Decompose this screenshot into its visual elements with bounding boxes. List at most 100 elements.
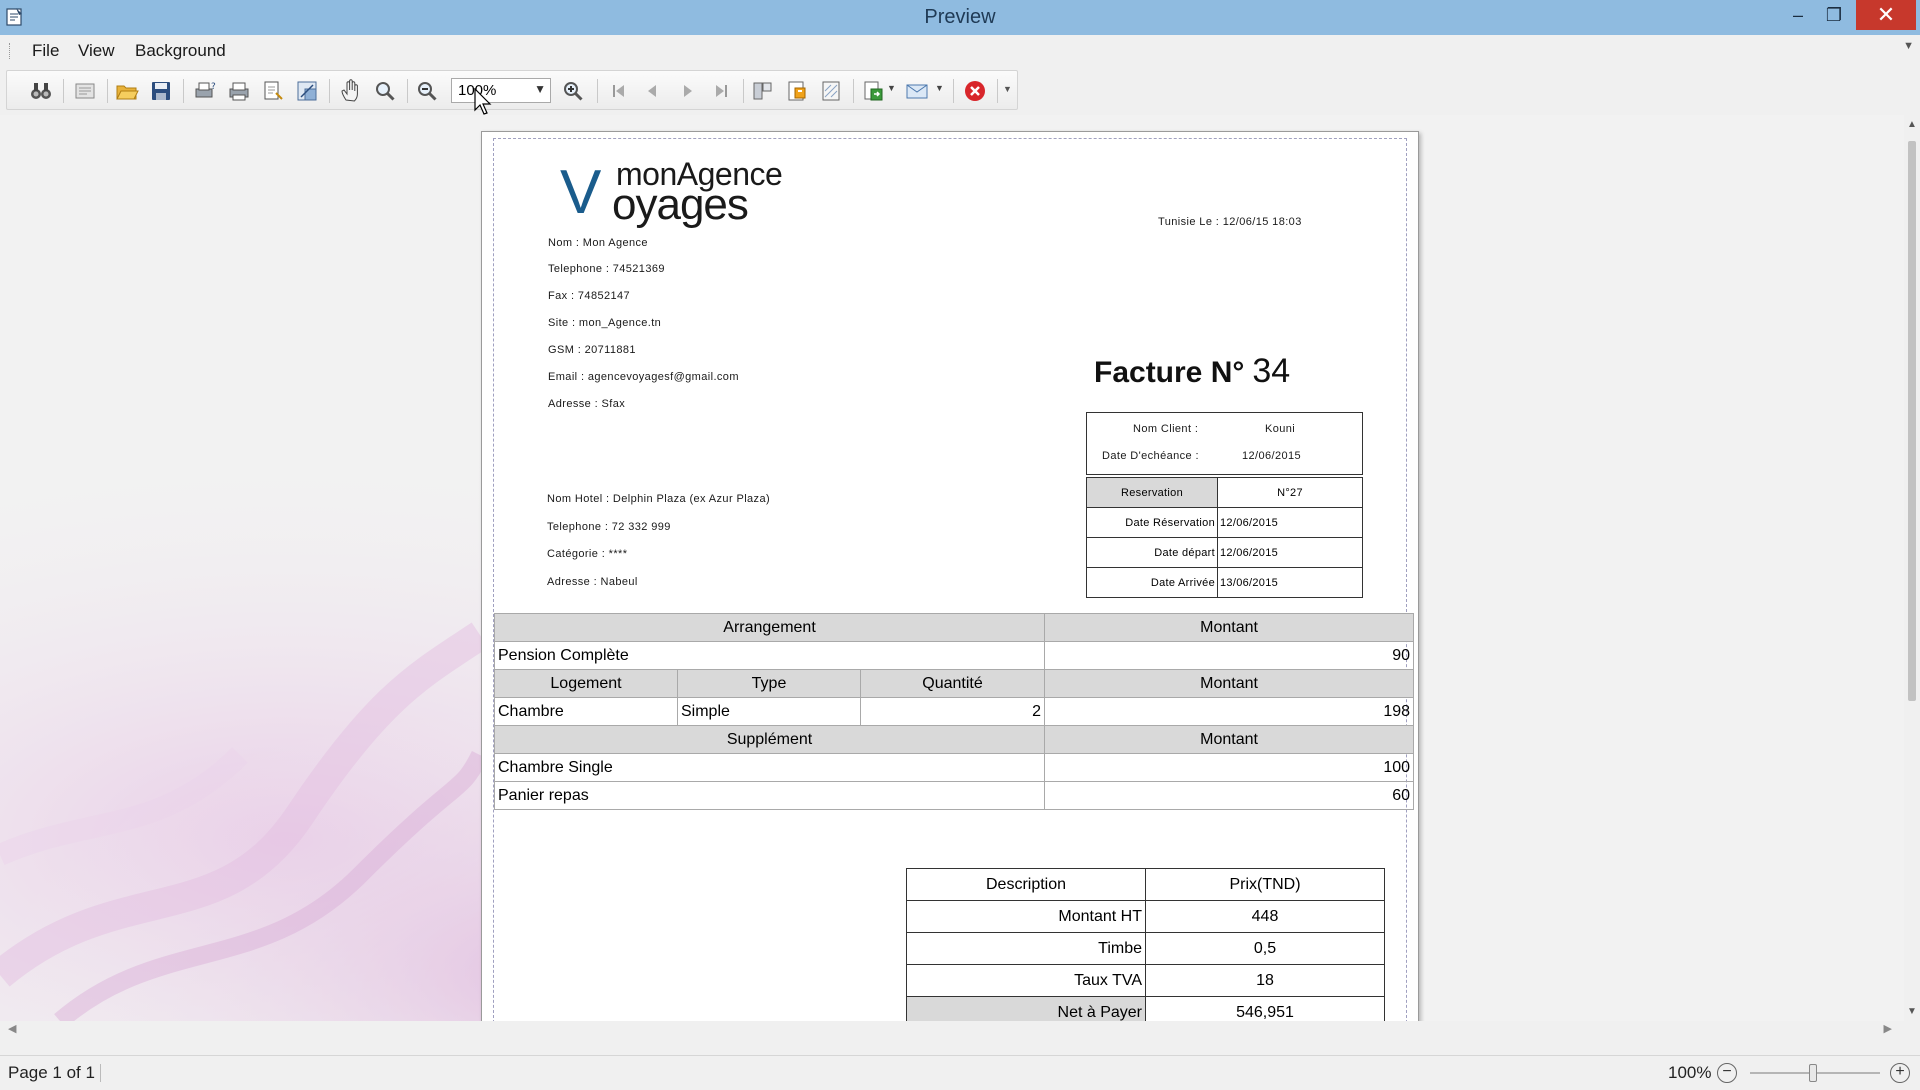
save-icon[interactable] — [149, 79, 173, 103]
scale-icon[interactable] — [295, 79, 319, 103]
logement-cell: Chambre — [494, 697, 678, 726]
status-separator — [100, 1064, 101, 1082]
next-page-icon[interactable] — [675, 79, 699, 103]
email-dropdown-icon[interactable]: ▼ — [935, 83, 944, 93]
zoom-in-button[interactable]: + — [1890, 1063, 1910, 1083]
menu-grip[interactable] — [9, 43, 12, 59]
prev-page-icon[interactable] — [641, 79, 665, 103]
logement-montant: 198 — [1044, 697, 1415, 726]
vertical-scroll-thumb[interactable] — [1908, 141, 1916, 701]
zoom-in-icon[interactable] — [561, 79, 585, 103]
magnifier-icon[interactable] — [373, 79, 397, 103]
arrival-date-value: 13/06/2015 — [1217, 567, 1363, 598]
minimize-button[interactable]: – — [1780, 0, 1816, 30]
close-window-button[interactable]: ✕ — [1856, 0, 1916, 30]
export-dropdown-icon[interactable]: ▼ — [887, 83, 896, 93]
parameters-icon[interactable] — [73, 79, 97, 103]
menu-bar: File View Background ▼ — [0, 35, 1920, 65]
table-row: Reservation N°27 — [1086, 477, 1363, 508]
montant-header: Montant — [1044, 725, 1415, 754]
agency-site: Site : mon_Agence.tn — [548, 317, 662, 329]
taux-tva-value: 18 — [1145, 964, 1385, 997]
last-page-icon[interactable] — [709, 79, 733, 103]
print-dialog-icon[interactable]: ? — [193, 79, 217, 103]
invoice-title-label: Facture N° — [1094, 356, 1245, 389]
preview-toolbar: ? 100% ▼ ▼ ▼ ▼ — [6, 70, 1018, 110]
departure-date-label: Date départ — [1086, 537, 1218, 568]
reservation-value: N°27 — [1217, 477, 1363, 508]
hand-icon[interactable] — [339, 79, 363, 103]
mouse-cursor-icon — [474, 88, 492, 115]
montant-header: Montant — [1044, 613, 1415, 642]
report-page: V monAgence oyages Nom : Mon Agence Tele… — [481, 131, 1419, 1031]
invoice-date-line: Tunisie Le : 12/06/15 18:03 — [1158, 216, 1302, 228]
montant-ht-value: 448 — [1145, 900, 1385, 933]
prix-header: Prix(TND) — [1145, 868, 1385, 901]
supplement-montant: 60 — [1044, 781, 1415, 810]
menu-file[interactable]: File — [32, 41, 59, 61]
zoom-percentage: 100% — [1668, 1063, 1712, 1082]
invoice-lines-table: Arrangement Montant Pension Complète 90 … — [493, 613, 1415, 810]
table-row: Chambre Simple 2 198 — [494, 697, 1415, 726]
arrival-date-label: Date Arrivée — [1086, 567, 1218, 598]
zoom-combobox[interactable]: 100% ▼ — [451, 78, 551, 103]
agency-logo: V monAgence oyages — [560, 156, 810, 229]
scroll-down-icon[interactable]: ▼ — [1907, 1006, 1917, 1017]
watermark-icon[interactable] — [819, 79, 843, 103]
scroll-right-icon[interactable]: ▶ — [1884, 1022, 1892, 1035]
agency-telephone: Telephone : 74521369 — [548, 263, 665, 275]
table-row: Date Arrivée 13/06/2015 — [1086, 567, 1363, 598]
table-row: Chambre Single 100 — [493, 753, 1415, 782]
send-email-icon[interactable] — [905, 79, 929, 103]
table-row: Description Prix(TND) — [906, 868, 1385, 901]
table-row: Timbe 0,5 — [906, 932, 1385, 965]
restore-button[interactable]: ❐ — [1816, 0, 1852, 30]
menu-view[interactable]: View — [78, 41, 115, 61]
binoculars-icon[interactable] — [29, 79, 53, 103]
reservation-label: Reservation — [1086, 477, 1218, 508]
first-page-icon[interactable] — [607, 79, 631, 103]
table-row: Montant HT 448 — [906, 900, 1385, 933]
menu-overflow-icon[interactable]: ▼ — [1903, 40, 1914, 52]
header-footer-icon[interactable] — [785, 79, 809, 103]
status-bar: Page 1 of 1 100% − + — [0, 1055, 1920, 1090]
supplement-montant: 100 — [1044, 753, 1415, 782]
vertical-scrollbar[interactable]: ▲ ▼ — [1904, 115, 1920, 1021]
table-row: Logement Type Quantité Montant — [494, 669, 1415, 698]
table-row: Pension Complète 90 — [493, 641, 1415, 670]
zoom-slider-thumb[interactable] — [1809, 1064, 1817, 1082]
hotel-telephone: Telephone : 72 332 999 — [547, 521, 671, 533]
svg-text:?: ? — [211, 82, 216, 92]
agency-adresse: Adresse : Sfax — [548, 398, 626, 410]
chevron-down-icon[interactable]: ▼ — [534, 82, 546, 96]
client-name-label: Nom Client : — [1133, 423, 1199, 435]
due-date-value: 12/06/2015 — [1242, 450, 1302, 462]
open-icon[interactable] — [115, 79, 139, 103]
menu-background[interactable]: Background — [135, 41, 226, 61]
table-row: Supplément Montant — [493, 725, 1415, 754]
logo-letter-v: V — [560, 158, 602, 227]
due-date-label: Date D'echéance : — [1102, 450, 1199, 462]
type-cell: Simple — [677, 697, 861, 726]
taux-tva-label: Taux TVA — [906, 964, 1146, 997]
export-icon[interactable] — [861, 79, 885, 103]
reservation-table: Reservation N°27 Date Réservation 12/06/… — [1086, 477, 1363, 598]
scroll-left-icon[interactable]: ◀ — [8, 1022, 16, 1035]
zoom-out-icon[interactable] — [415, 79, 439, 103]
window-title: Preview — [924, 6, 996, 28]
zoom-out-button[interactable]: − — [1717, 1063, 1737, 1083]
close-preview-icon[interactable] — [963, 79, 987, 103]
scroll-up-icon[interactable]: ▲ — [1907, 119, 1917, 130]
toolbar-overflow-icon[interactable]: ▼ — [1003, 84, 1012, 94]
description-header: Description — [906, 868, 1146, 901]
montant-header: Montant — [1044, 669, 1415, 698]
arrangement-header: Arrangement — [493, 613, 1046, 642]
horizontal-scrollbar[interactable]: ◀ ▶ — [0, 1021, 1904, 1037]
arrangement-cell: Pension Complète — [493, 641, 1046, 670]
supplement-header: Supplément — [493, 725, 1046, 754]
page-setup-icon[interactable] — [261, 79, 285, 103]
print-icon[interactable] — [227, 79, 251, 103]
quantite-header: Quantité — [859, 669, 1046, 698]
editor-icon[interactable] — [751, 79, 775, 103]
table-row: Date Réservation 12/06/2015 — [1086, 507, 1363, 538]
